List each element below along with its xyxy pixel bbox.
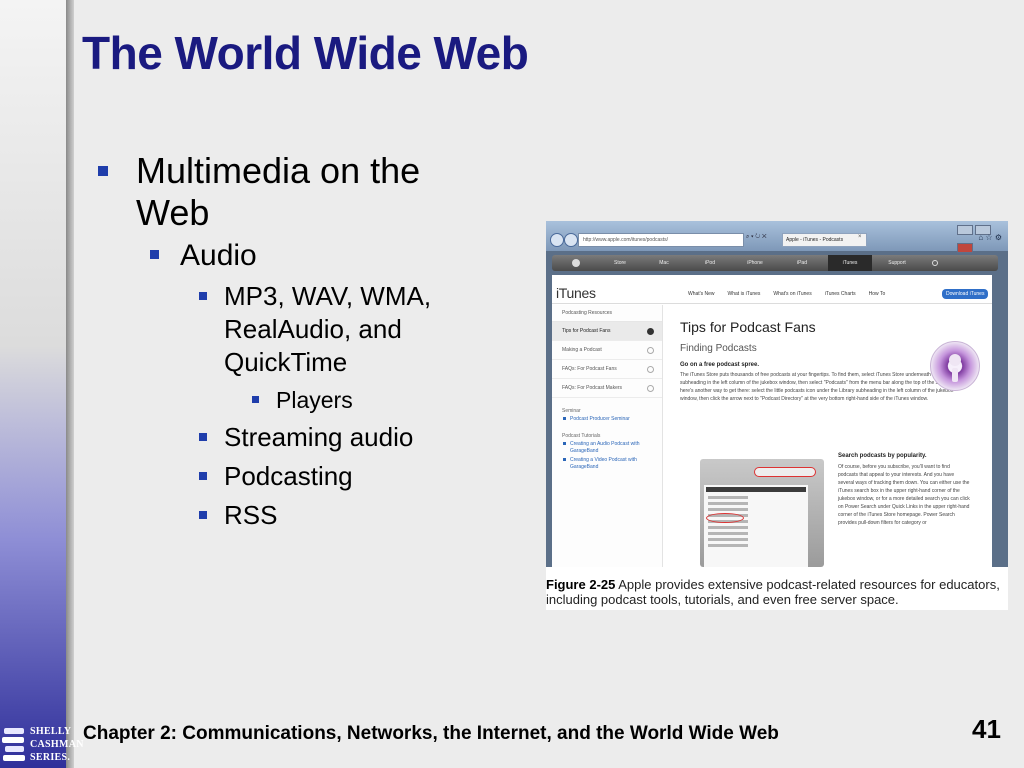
page-number: 41 bbox=[972, 714, 1001, 744]
square-bullet-icon bbox=[150, 250, 159, 259]
nav-store: Store bbox=[614, 260, 626, 266]
bullet-text: Podcasting bbox=[224, 461, 353, 491]
figure-label: Figure 2-25 bbox=[546, 577, 616, 592]
article-heading: Go on a free podcast spree. bbox=[680, 362, 760, 368]
sidebar-heading: Podcasting Resources bbox=[552, 305, 662, 322]
bullet-podcasting: Podcasting bbox=[92, 460, 492, 493]
download-itunes-button: Download iTunes bbox=[942, 289, 989, 299]
article-paragraph: The iTunes Store puts thousands of free … bbox=[680, 372, 957, 402]
bullet-multimedia: Multimedia on the Web bbox=[92, 150, 492, 234]
itunes-page: iTunes What's New What is iTunes What's on… bbox=[552, 275, 992, 567]
forward-icon bbox=[564, 233, 578, 247]
article-title: Tips for Podcast Fans bbox=[680, 319, 816, 335]
slide-footer: Chapter 2: Communications, Networks, the… bbox=[83, 723, 779, 744]
window-controls bbox=[955, 222, 1005, 253]
bullet-text: Audio bbox=[180, 239, 257, 272]
nav-itunes: iTunes bbox=[828, 255, 872, 271]
bullet-text: Streaming audio bbox=[224, 422, 414, 452]
subnav-item: What is iTunes bbox=[727, 291, 761, 297]
address-bar: http://www.apple.com/itunes/podcasts/ bbox=[578, 233, 744, 247]
bullet-formats: MP3, WAV, WMA, RealAudio, and QuickTime bbox=[92, 280, 492, 379]
browser-screenshot: http://www.apple.com/itunes/podcasts/ ⌕ … bbox=[546, 221, 1008, 567]
bullet-players: Players bbox=[92, 385, 492, 415]
sidebar-item-faq-fans: FAQs: For Podcast Fans bbox=[552, 360, 662, 379]
square-bullet-icon bbox=[199, 511, 207, 519]
browser-tab: Apple - iTunes - Podcasts bbox=[782, 233, 867, 247]
itunes-window-thumbnail bbox=[700, 459, 824, 567]
close-icon bbox=[957, 243, 973, 253]
figure-caption: Figure 2-25 Apple provides extensive pod… bbox=[546, 577, 1008, 607]
divider bbox=[552, 303, 992, 304]
square-bullet-icon bbox=[98, 166, 108, 176]
minimize-icon bbox=[957, 225, 973, 235]
caption-text: Apple provides extensive podcast-related… bbox=[546, 577, 1000, 607]
article-heading-2: Search podcasts by popularity. bbox=[838, 453, 927, 459]
resources-sidebar: Podcasting Resources Tips for Podcast Fa… bbox=[552, 305, 663, 567]
thumbnail-list bbox=[704, 485, 808, 567]
back-icon bbox=[550, 233, 564, 247]
article-content: Tips for Podcast Fans Finding Podcasts G… bbox=[680, 319, 956, 403]
square-bullet-icon bbox=[199, 472, 207, 480]
bullet-text: RSS bbox=[224, 500, 278, 530]
sidebar-link: Creating a Video Podcast with GarageBand bbox=[552, 455, 662, 471]
bullet-streaming: Streaming audio bbox=[92, 421, 492, 454]
sidebar-group-tutorials: Podcast Tutorials bbox=[562, 433, 601, 439]
logo-wordmark: SHELLY CASHMAN SERIES. bbox=[30, 726, 84, 763]
square-bullet-icon bbox=[252, 396, 259, 403]
tab-close-icon: × bbox=[858, 234, 862, 240]
sidebar-item-tips: Tips for Podcast Fans bbox=[552, 322, 662, 341]
square-bullet-icon bbox=[199, 433, 207, 441]
sidebar-link: Podcast Producer Seminar bbox=[552, 414, 662, 423]
apple-logo-icon bbox=[572, 259, 580, 267]
subnav-item: What's on iTunes bbox=[773, 291, 812, 297]
nav-iphone: iPhone bbox=[747, 260, 763, 266]
left-decorative-bar bbox=[0, 0, 72, 768]
nav-mac: Mac bbox=[659, 260, 669, 266]
subnav-item: iTunes Charts bbox=[824, 291, 856, 297]
shelly-cashman-logo: SHELLY CASHMAN SERIES. bbox=[2, 722, 83, 768]
nav-support: Support bbox=[888, 260, 906, 266]
apple-nav-bar: Store Mac iPod iPhone iPad iTunes Suppor… bbox=[552, 255, 998, 271]
home-star-gear-icons: ⌂ ☆ ⚙ bbox=[978, 233, 1002, 242]
podcast-icon bbox=[930, 341, 980, 391]
sidebar-item-faq-makers: FAQs: For Podcast Makers bbox=[552, 379, 662, 398]
arrow-icon bbox=[647, 366, 654, 373]
bullet-text: Multimedia on the Web bbox=[136, 150, 421, 233]
arrow-icon bbox=[647, 347, 654, 354]
search-icon bbox=[932, 260, 938, 266]
sidebar-group-seminar: Seminar bbox=[562, 408, 581, 414]
bullet-list: Multimedia on the Web Audio MP3, WAV, WM… bbox=[92, 150, 492, 538]
address-controls-icon: ⌕ ▾ ↻ ✕ bbox=[746, 234, 767, 240]
itunes-logo: iTunes bbox=[556, 285, 596, 301]
sidebar-link: Creating an Audio Podcast with GarageBan… bbox=[552, 439, 662, 455]
article-subtitle: Finding Podcasts bbox=[680, 343, 757, 354]
power-search-highlight bbox=[706, 513, 744, 523]
nav-ipod: iPod bbox=[704, 260, 715, 266]
subnav-item: How To bbox=[868, 291, 886, 297]
nav-ipad: iPad bbox=[796, 260, 807, 266]
bullet-text: Players bbox=[276, 387, 353, 413]
bullet-text: MP3, WAV, WMA, RealAudio, and QuickTime bbox=[224, 281, 432, 377]
arrow-icon bbox=[647, 385, 654, 392]
sidebar-item-making: Making a Podcast bbox=[552, 341, 662, 360]
subnav-item: What's New bbox=[688, 291, 715, 297]
left-bar-shadow bbox=[66, 0, 74, 768]
search-field-highlight bbox=[754, 467, 816, 477]
article-paragraph-2: Of course, before you subscribe, you'll … bbox=[838, 464, 970, 526]
arrow-icon bbox=[647, 328, 654, 335]
browser-toolbar: http://www.apple.com/itunes/podcasts/ ⌕ … bbox=[546, 221, 1008, 253]
itunes-subnav: What's New What is iTunes What's on iTunes… bbox=[688, 291, 898, 297]
slide-title: The World Wide Web bbox=[82, 27, 529, 79]
bullet-rss: RSS bbox=[92, 499, 492, 532]
square-bullet-icon bbox=[199, 292, 207, 300]
book-stack-icon bbox=[2, 728, 25, 761]
bullet-audio: Audio bbox=[92, 238, 492, 274]
figure-2-25: http://www.apple.com/itunes/podcasts/ ⌕ … bbox=[546, 221, 1008, 610]
